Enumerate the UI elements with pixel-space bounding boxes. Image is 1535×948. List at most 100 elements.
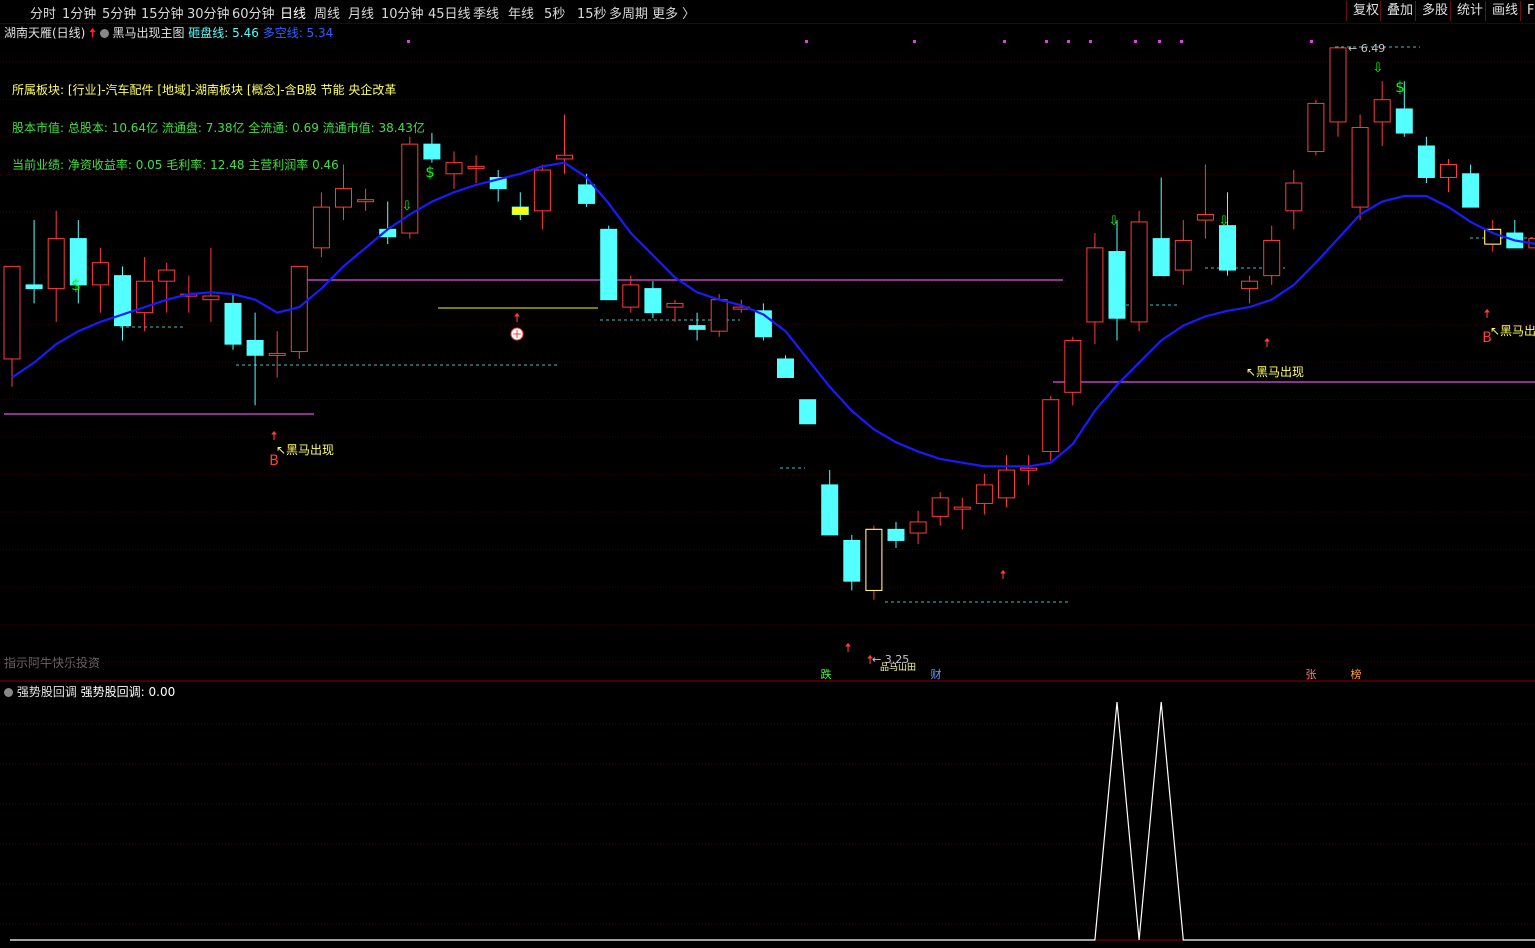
candle-body — [445, 162, 463, 175]
candle-body — [1417, 145, 1435, 178]
dollar-signal-icon: $ — [1395, 78, 1405, 96]
candle-body — [1130, 221, 1148, 323]
candle-body — [1373, 99, 1391, 123]
candle-body — [799, 399, 817, 425]
marker-zhang: 张 — [1306, 668, 1317, 681]
green-down-arrow-icon: ⇩ — [1373, 61, 1384, 76]
toolbar-button-1[interactable]: 叠加 — [1380, 1, 1419, 21]
toolbar-button-4[interactable]: 画线 — [1485, 1, 1524, 21]
performance-info: 当前业绩: 净资收益率: 0.05 毛利率: 12.48 主营利润率 0.46 — [12, 158, 339, 172]
period-tab-4[interactable]: 30分钟 — [187, 3, 230, 22]
green-down-arrow-icon: ⇩ — [1109, 214, 1120, 229]
candle-body — [180, 293, 198, 297]
marker-bang: 榜 — [1351, 667, 1362, 681]
period-tab-5[interactable]: 60分钟 — [232, 3, 275, 22]
plus-glyph: + — [512, 327, 522, 341]
candle-body — [357, 199, 375, 203]
candle-body — [91, 262, 109, 286]
candle-body — [290, 265, 308, 353]
candle-body — [467, 165, 485, 169]
marker-misc: 品马山田 — [880, 662, 916, 673]
marker-die: 跌 — [821, 667, 832, 681]
candle-body — [975, 484, 993, 504]
top-marker-dot — [805, 40, 808, 43]
buy-signal-b: B — [269, 453, 279, 469]
period-tab-15[interactable]: 多周期 — [609, 3, 648, 22]
candle-body — [1440, 164, 1457, 178]
candle-body — [1219, 225, 1236, 271]
period-tab-6[interactable]: 日线 — [280, 3, 306, 22]
signal-candle-outline — [1484, 228, 1502, 245]
period-tab-3[interactable]: 15分钟 — [141, 3, 184, 22]
top-marker-dot — [1310, 40, 1313, 43]
candle-body — [158, 269, 176, 282]
toolbar-button-5[interactable]: F — [1520, 1, 1535, 21]
candle-body — [1395, 108, 1413, 134]
candle-body — [25, 284, 43, 290]
period-tab-7[interactable]: 周线 — [314, 3, 340, 22]
kline-chart[interactable]: ← 6.49← 3.25$$$⇩⇩ ⇩⇩🠅🠅🠅🠅🠅🠅🠅BB↖黑马出现↖黑马出现↖黑… — [0, 0, 1535, 948]
red-up-arrow-icon: 🠅 — [1263, 336, 1270, 351]
candle-body — [1506, 232, 1524, 249]
candle-body — [69, 238, 87, 286]
stock-name: 湖南天雁(日线) — [4, 26, 86, 40]
candle-body — [3, 265, 21, 360]
period-tab-1[interactable]: 1分钟 — [62, 3, 96, 22]
candle-body — [1152, 238, 1170, 277]
period-tab-14[interactable]: 15秒 — [577, 3, 607, 22]
top-marker-dot — [1003, 40, 1006, 43]
indicator-name[interactable]: 黑马出现主图 — [112, 26, 184, 40]
sub-settings-icon[interactable] — [4, 688, 13, 697]
candle-body — [1263, 239, 1281, 277]
candle-body — [202, 295, 220, 301]
candle-body — [710, 299, 728, 332]
period-tab-11[interactable]: 季线 — [473, 3, 499, 22]
sector-info: 所属板块: [行业]-汽车配件 [地域]-湖南板块 [概念]-含B股 节能 央企… — [12, 83, 397, 97]
candle-body — [1042, 399, 1060, 453]
period-tab-10[interactable]: 45日线 — [428, 3, 471, 22]
marker-cai: 财 — [931, 667, 942, 681]
candle-body — [379, 228, 397, 238]
top-marker-dot — [1134, 40, 1137, 43]
period-tab-2[interactable]: 5分钟 — [102, 3, 136, 22]
candle-body — [268, 352, 286, 356]
top-marker-dot — [1180, 40, 1183, 43]
candle-body — [556, 154, 573, 160]
buy-signal-b: B — [1482, 330, 1492, 346]
candle-body — [754, 310, 772, 338]
candle-body — [666, 302, 684, 308]
line1-label: 砸盘线: 5.46 — [188, 26, 259, 40]
sub-indicator-value: 强势股回调: 0.00 — [80, 685, 176, 699]
candle-body — [1285, 182, 1303, 212]
sub-indicator-name[interactable]: 强势股回调 — [17, 685, 77, 699]
top-marker-dot — [407, 40, 410, 43]
candle-body — [865, 528, 883, 591]
candle-body — [909, 521, 927, 534]
red-up-arrow-icon: 🠅 — [866, 653, 873, 668]
toolbar-button-3[interactable]: 统计 — [1450, 1, 1489, 21]
candle-body — [821, 484, 839, 536]
ma-line — [11, 161, 1535, 468]
candle-body — [1462, 173, 1480, 208]
top-marker-dot — [913, 40, 916, 43]
chart-title-bar: 湖南天雁(日线) 🠅 黑马出现主图 砸盘线: 5.46 多空线: 5.34 — [4, 24, 333, 45]
period-tab-13[interactable]: 5秒 — [544, 3, 565, 22]
candle-body — [1174, 239, 1192, 271]
candle-body — [1196, 214, 1214, 221]
indicator-settings-icon[interactable] — [99, 29, 109, 38]
candle-body — [136, 280, 154, 314]
watermark-text: 指示阿牛快乐投资 — [4, 656, 101, 670]
period-tab-8[interactable]: 月线 — [348, 3, 374, 22]
capital-info: 股本市值: 总股本: 10.64亿 流通盘: 7.38亿 全流通: 0.69 流… — [12, 121, 425, 135]
candle-body — [732, 306, 750, 310]
period-tab-16[interactable]: 更多 〉 — [652, 3, 695, 22]
dollar-signal-icon: $ — [425, 163, 435, 181]
period-tab-9[interactable]: 10分钟 — [381, 3, 424, 22]
candle-body — [312, 206, 330, 249]
period-tab-12[interactable]: 年线 — [508, 3, 534, 22]
candle-body — [401, 143, 419, 234]
toolbar-button-2[interactable]: 多股 — [1415, 1, 1454, 21]
candle-body — [1086, 247, 1104, 323]
period-tab-0[interactable]: 分时 — [30, 3, 56, 22]
candle-body — [1241, 280, 1259, 290]
